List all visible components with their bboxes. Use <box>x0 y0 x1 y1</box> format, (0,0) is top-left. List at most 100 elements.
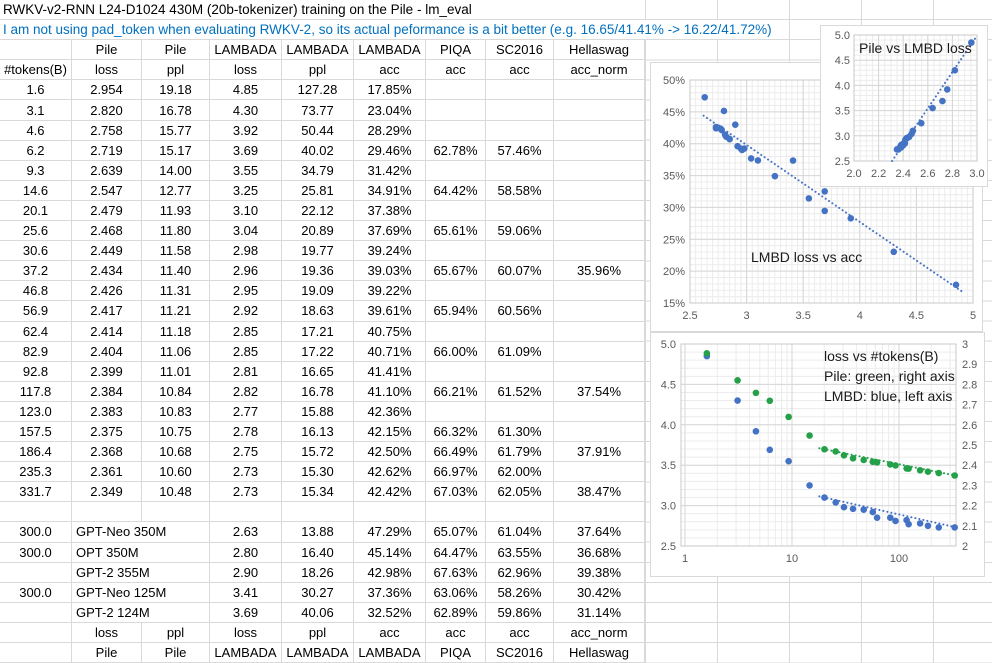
data-cell[interactable] <box>486 121 554 141</box>
data-cell[interactable]: 2.90 <box>210 563 282 583</box>
data-cell[interactable]: 61.79% <box>486 442 554 462</box>
data-cell[interactable]: 2.758 <box>72 121 142 141</box>
data-cell[interactable] <box>554 80 645 100</box>
data-cell[interactable] <box>426 121 486 141</box>
data-cell[interactable]: 11.21 <box>142 301 210 321</box>
data-cell[interactable]: 37.69% <box>354 221 426 241</box>
data-cell[interactable]: 2.73 <box>210 482 282 502</box>
data-cell[interactable]: 41.41% <box>354 362 426 382</box>
data-cell[interactable]: 63.55% <box>486 543 554 563</box>
data-cell[interactable]: 16.78 <box>142 100 210 120</box>
data-cell[interactable]: 10.68 <box>142 442 210 462</box>
data-cell[interactable]: 29.46% <box>354 141 426 161</box>
data-cell[interactable]: 2.384 <box>72 382 142 402</box>
data-cell[interactable] <box>554 362 645 382</box>
data-cell[interactable]: 2.361 <box>72 462 142 482</box>
data-cell[interactable] <box>0 563 72 583</box>
data-cell[interactable]: 42.62% <box>354 462 426 482</box>
data-cell[interactable]: 59.86% <box>486 603 554 623</box>
data-cell[interactable]: 42.36% <box>354 402 426 422</box>
data-cell[interactable]: 67.63% <box>426 563 486 583</box>
data-cell[interactable] <box>554 342 645 362</box>
data-cell[interactable] <box>486 502 554 522</box>
data-cell[interactable]: 62.78% <box>426 141 486 161</box>
data-cell[interactable]: 30.42% <box>554 583 645 603</box>
note-cell[interactable]: I am not using pad_token when evaluating… <box>0 20 778 40</box>
model-name-cell[interactable]: GPT-Neo 125M <box>72 583 210 603</box>
footer-cell[interactable]: acc <box>486 623 554 643</box>
data-cell[interactable]: 186.4 <box>0 442 72 462</box>
data-cell[interactable] <box>486 201 554 221</box>
data-cell[interactable]: 42.42% <box>354 482 426 502</box>
footer-cell[interactable]: LAMBADA <box>354 643 426 663</box>
data-cell[interactable]: 2.383 <box>72 402 142 422</box>
data-cell[interactable]: 2.404 <box>72 342 142 362</box>
data-cell[interactable] <box>554 422 645 442</box>
data-cell[interactable]: 2.78 <box>210 422 282 442</box>
data-cell[interactable]: 61.52% <box>486 382 554 402</box>
data-cell[interactable] <box>426 402 486 422</box>
data-cell[interactable] <box>426 322 486 342</box>
data-cell[interactable]: 73.77 <box>282 100 354 120</box>
data-cell[interactable]: 11.58 <box>142 241 210 261</box>
data-cell[interactable]: 2.426 <box>72 281 142 301</box>
data-cell[interactable]: 2.75 <box>210 442 282 462</box>
data-cell[interactable]: 35.96% <box>554 261 645 281</box>
data-cell[interactable]: 15.30 <box>282 462 354 482</box>
data-cell[interactable]: 65.67% <box>426 261 486 281</box>
data-cell[interactable]: 37.2 <box>0 261 72 281</box>
data-cell[interactable]: 3.92 <box>210 121 282 141</box>
data-cell[interactable]: 42.98% <box>354 563 426 583</box>
data-cell[interactable]: 3.69 <box>210 141 282 161</box>
data-cell[interactable]: 41.10% <box>354 382 426 402</box>
data-cell[interactable]: 39.38% <box>554 563 645 583</box>
data-cell[interactable]: 23.04% <box>354 100 426 120</box>
data-cell[interactable]: 2.96 <box>210 261 282 281</box>
data-cell[interactable] <box>426 241 486 261</box>
data-cell[interactable]: 15.17 <box>142 141 210 161</box>
data-cell[interactable]: 66.49% <box>426 442 486 462</box>
data-cell[interactable]: 32.52% <box>354 603 426 623</box>
header-cell[interactable]: loss <box>210 60 282 80</box>
data-cell[interactable]: 17.21 <box>282 322 354 342</box>
data-cell[interactable]: 4.30 <box>210 100 282 120</box>
data-cell[interactable]: 38.47% <box>554 482 645 502</box>
data-cell[interactable]: 39.24% <box>354 241 426 261</box>
data-cell[interactable]: 2.417 <box>72 301 142 321</box>
data-cell[interactable]: 4.85 <box>210 80 282 100</box>
data-cell[interactable] <box>554 121 645 141</box>
header-cell[interactable]: loss <box>72 60 142 80</box>
data-cell[interactable]: 2.92 <box>210 301 282 321</box>
data-cell[interactable]: 2.449 <box>72 241 142 261</box>
data-cell[interactable]: 11.01 <box>142 362 210 382</box>
data-cell[interactable]: 64.42% <box>426 181 486 201</box>
data-cell[interactable] <box>426 281 486 301</box>
data-cell[interactable]: 11.40 <box>142 261 210 281</box>
data-cell[interactable]: 15.72 <box>282 442 354 462</box>
data-cell[interactable]: 50.44 <box>282 121 354 141</box>
header-cell[interactable]: acc <box>354 60 426 80</box>
data-cell[interactable]: 12.77 <box>142 181 210 201</box>
footer-cell[interactable]: Hellaswag <box>554 643 645 663</box>
footer-cell[interactable]: SC2016 <box>486 643 554 663</box>
data-cell[interactable]: 34.79 <box>282 161 354 181</box>
data-cell[interactable]: 22.12 <box>282 201 354 221</box>
footer-cell[interactable]: PIQA <box>426 643 486 663</box>
data-cell[interactable]: 3.1 <box>0 100 72 120</box>
data-cell[interactable]: 2.85 <box>210 322 282 342</box>
data-cell[interactable]: 56.9 <box>0 301 72 321</box>
data-cell[interactable]: 40.71% <box>354 342 426 362</box>
data-cell[interactable]: 20.1 <box>0 201 72 221</box>
header-cell[interactable]: SC2016 <box>486 40 554 60</box>
data-cell[interactable]: 61.09% <box>486 342 554 362</box>
data-cell[interactable]: 45.14% <box>354 543 426 563</box>
data-cell[interactable]: 3.04 <box>210 221 282 241</box>
data-cell[interactable] <box>554 221 645 241</box>
data-cell[interactable] <box>426 502 486 522</box>
data-cell[interactable]: 300.0 <box>0 583 72 603</box>
header-cell[interactable]: Hellaswag <box>554 40 645 60</box>
data-cell[interactable]: 67.03% <box>426 482 486 502</box>
data-cell[interactable]: 2.73 <box>210 462 282 482</box>
data-cell[interactable] <box>210 502 282 522</box>
data-cell[interactable] <box>554 281 645 301</box>
